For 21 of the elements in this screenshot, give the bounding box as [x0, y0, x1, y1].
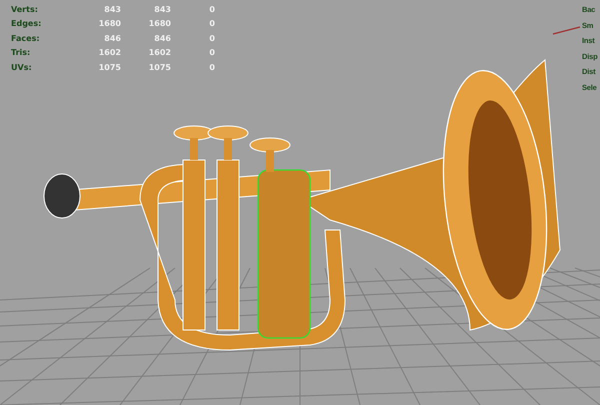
stat-value: 846 [103, 34, 121, 43]
stat-value: 0 [208, 34, 215, 43]
stat-value: 1602 [98, 48, 121, 58]
stat-value: 846 [153, 34, 171, 43]
stat-value: 843 [103, 4, 121, 14]
stat-value: 0 [208, 62, 215, 72]
stat-label: Tris: [11, 48, 32, 58]
stat-value: 1075 [98, 62, 121, 72]
stat-value: 0 [208, 19, 215, 28]
stat-value: 0 [208, 4, 215, 14]
stat-value: 1680 [98, 19, 121, 28]
stat-value: 1075 [148, 62, 171, 72]
stat-label: Faces: [11, 34, 41, 43]
stat-value: 1602 [148, 48, 171, 58]
manipulator-line [552, 26, 580, 35]
stat-value: 843 [153, 4, 171, 14]
stat-label: UVs: [11, 62, 33, 72]
stat-label: Edges: [11, 19, 42, 28]
stat-value: 1680 [148, 19, 171, 28]
stat-label: Verts: [11, 4, 39, 14]
stat-value: 0 [208, 48, 215, 58]
